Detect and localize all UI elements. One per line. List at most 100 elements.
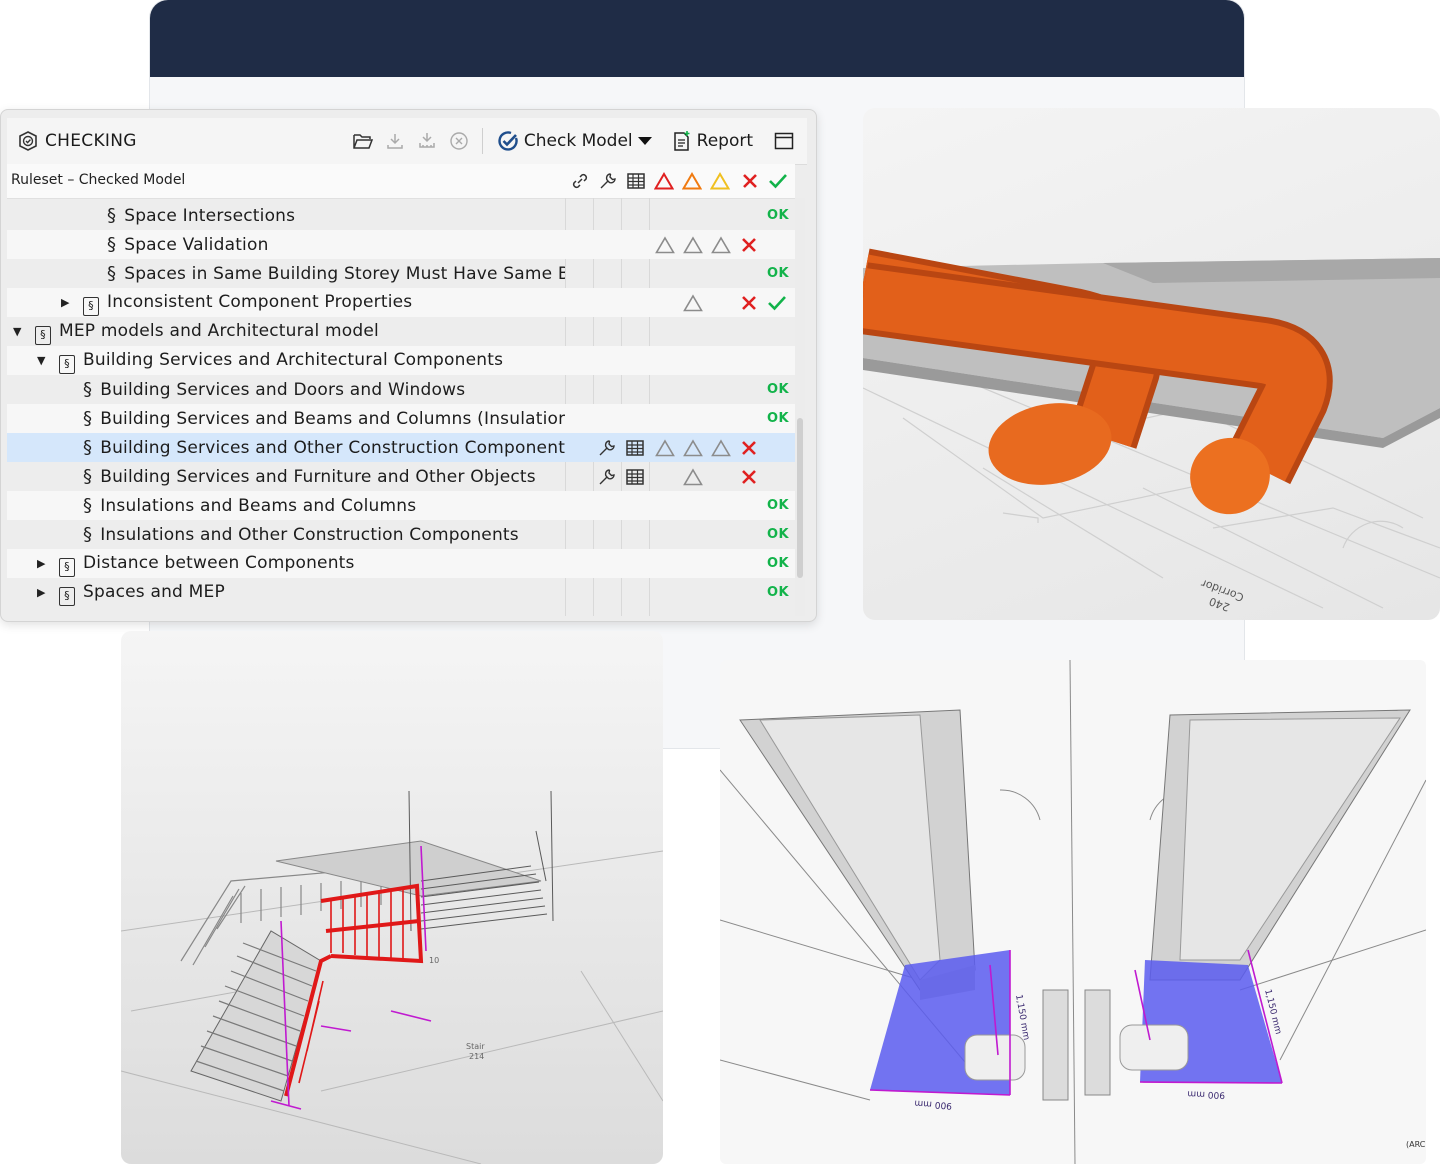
expand-triangle-icon[interactable]: ▶ — [37, 549, 45, 578]
table-cell[interactable] — [623, 436, 647, 460]
triangle-grey-icon — [683, 294, 703, 312]
check-model-icon — [498, 131, 518, 151]
tree-row[interactable]: § Building Services and Beams and Columns… — [7, 404, 795, 433]
tree-row[interactable]: § Building Services and Doors and Windows… — [7, 375, 795, 404]
triangle-grey-icon — [711, 236, 731, 254]
tree-row[interactable]: ▶ § Inconsistent Component Properties — [7, 288, 795, 317]
table-scrollbar[interactable] — [795, 198, 805, 616]
table-header: Ruleset – Checked Model — [7, 164, 795, 199]
accepted-cell[interactable] — [765, 291, 789, 315]
column-header-critical[interactable] — [651, 169, 677, 193]
download-button[interactable] — [382, 128, 408, 154]
ok-badge: OK — [767, 556, 790, 571]
doors-clearance-view[interactable]: 1,150 mm 900 mm 1,150 mm 900 mm (ARC) — [720, 660, 1426, 1164]
ruleset-name: § Building Services and Architectural Com… — [59, 346, 565, 375]
expand-triangle-icon[interactable]: ▶ — [37, 578, 45, 607]
rejected-cell[interactable] — [737, 233, 761, 257]
ruleset-icon: § — [35, 326, 51, 345]
section-icon: § — [107, 205, 117, 226]
ok-badge: OK — [767, 498, 790, 513]
ok-badge: OK — [767, 208, 790, 223]
triangle-red-icon — [654, 172, 674, 190]
ruleset-name: § Distance between Components — [59, 549, 565, 578]
cancel-button[interactable] — [446, 128, 472, 154]
download-all-icon — [419, 133, 435, 148]
tree-row[interactable]: ▶ § Spaces and MEP OK — [7, 578, 795, 607]
table-icon — [627, 173, 645, 189]
cross-icon — [742, 296, 756, 310]
scrollbar-thumb[interactable] — [797, 418, 803, 578]
low-cell[interactable] — [709, 436, 733, 460]
column-header-ruleset: Ruleset – Checked Model — [11, 172, 186, 188]
column-header-table[interactable] — [623, 169, 649, 193]
cross-icon — [742, 441, 756, 455]
tree-row[interactable]: ▼ § Building Services and Architectural C… — [7, 346, 795, 375]
stair-label: Stair — [466, 1042, 485, 1051]
section-icon: § — [83, 437, 93, 458]
tree-row[interactable]: § Building Services and Furniture and Oth… — [7, 462, 795, 491]
download-icon — [387, 134, 403, 149]
open-button[interactable] — [350, 128, 376, 154]
moderate-cell[interactable] — [681, 465, 705, 489]
column-header-wrench[interactable] — [595, 169, 621, 193]
download-all-button[interactable] — [414, 128, 440, 154]
tree-row[interactable]: § Insulations and Other Construction Comp… — [7, 520, 795, 549]
column-header-link[interactable] — [567, 169, 593, 193]
column-header-accepted[interactable] — [765, 169, 791, 193]
wrench-cell[interactable] — [595, 436, 619, 460]
background-header — [150, 0, 1244, 77]
expand-triangle-icon[interactable]: ▶ — [61, 288, 69, 317]
critical-cell[interactable] — [653, 233, 677, 257]
ok-badge: OK — [767, 382, 790, 397]
table-icon — [626, 440, 644, 456]
critical-cell[interactable] — [653, 436, 677, 460]
collapse-triangle-icon[interactable]: ▼ — [37, 346, 45, 375]
ruleset-label: Spaces and MEP — [83, 582, 225, 602]
rule-label: Space Intersections — [124, 206, 296, 226]
rule-name: § Insulations and Other Construction Comp… — [83, 520, 565, 549]
check-model-button[interactable]: Check Model — [497, 130, 658, 152]
ruleset-name: § Inconsistent Component Properties — [83, 288, 565, 317]
column-header-moderate[interactable] — [679, 169, 705, 193]
step-number: 10 — [429, 956, 439, 965]
rule-name: § Insulations and Beams and Columns — [83, 491, 565, 520]
stair-number: 214 — [469, 1052, 484, 1061]
window-button[interactable] — [771, 128, 797, 154]
rejected-cell[interactable] — [737, 465, 761, 489]
checking-icon — [19, 131, 37, 151]
table-cell[interactable] — [623, 465, 647, 489]
column-header-rejected[interactable] — [737, 169, 763, 193]
section-icon: § — [83, 466, 93, 487]
tree-row[interactable]: § Space Validation — [7, 230, 795, 259]
ruleset-icon: § — [59, 587, 75, 606]
rule-label: Spaces in Same Building Storey Must Have… — [124, 264, 565, 284]
cross-icon — [743, 174, 757, 188]
collapse-triangle-icon[interactable]: ▼ — [13, 317, 21, 346]
tree-row[interactable]: § Space Intersections OK — [7, 201, 795, 230]
rejected-cell[interactable] — [737, 291, 761, 315]
moderate-cell[interactable] — [681, 436, 705, 460]
rejected-cell[interactable] — [737, 436, 761, 460]
panel-title-text: CHECKING — [45, 131, 137, 151]
tree-row-selected[interactable]: § Building Services and Other Constructio… — [7, 433, 795, 462]
tree-row[interactable]: § Insulations and Beams and Columns OK — [7, 491, 795, 520]
dim-width-right: 900 mm — [1187, 1088, 1225, 1099]
pipes-clash-view[interactable]: 240 Corridor — [863, 108, 1440, 620]
pipes-scene: 240 Corridor — [863, 248, 1440, 614]
tree-row[interactable]: § Spaces in Same Building Storey Must Hav… — [7, 259, 795, 288]
ruleset-label: Building Services and Architectural Comp… — [83, 350, 504, 370]
moderate-cell[interactable] — [681, 233, 705, 257]
report-label: Report — [696, 131, 753, 151]
low-cell[interactable] — [709, 233, 733, 257]
section-icon: § — [83, 408, 93, 429]
ruleset-tree: § Space Intersections OK § Space Validatio… — [7, 201, 795, 617]
moderate-cell[interactable] — [681, 291, 705, 315]
report-button[interactable]: Report — [672, 130, 753, 152]
report-icon — [673, 131, 690, 151]
wrench-cell[interactable] — [595, 465, 619, 489]
tree-row[interactable]: ▶ § Distance between Components OK — [7, 549, 795, 578]
tree-row[interactable]: ▼ § MEP models and Architectural model — [7, 317, 795, 346]
column-header-low[interactable] — [707, 169, 733, 193]
stairs-clash-view[interactable]: Stair 214 10 — [121, 631, 663, 1164]
ruleset-icon: § — [59, 355, 75, 374]
